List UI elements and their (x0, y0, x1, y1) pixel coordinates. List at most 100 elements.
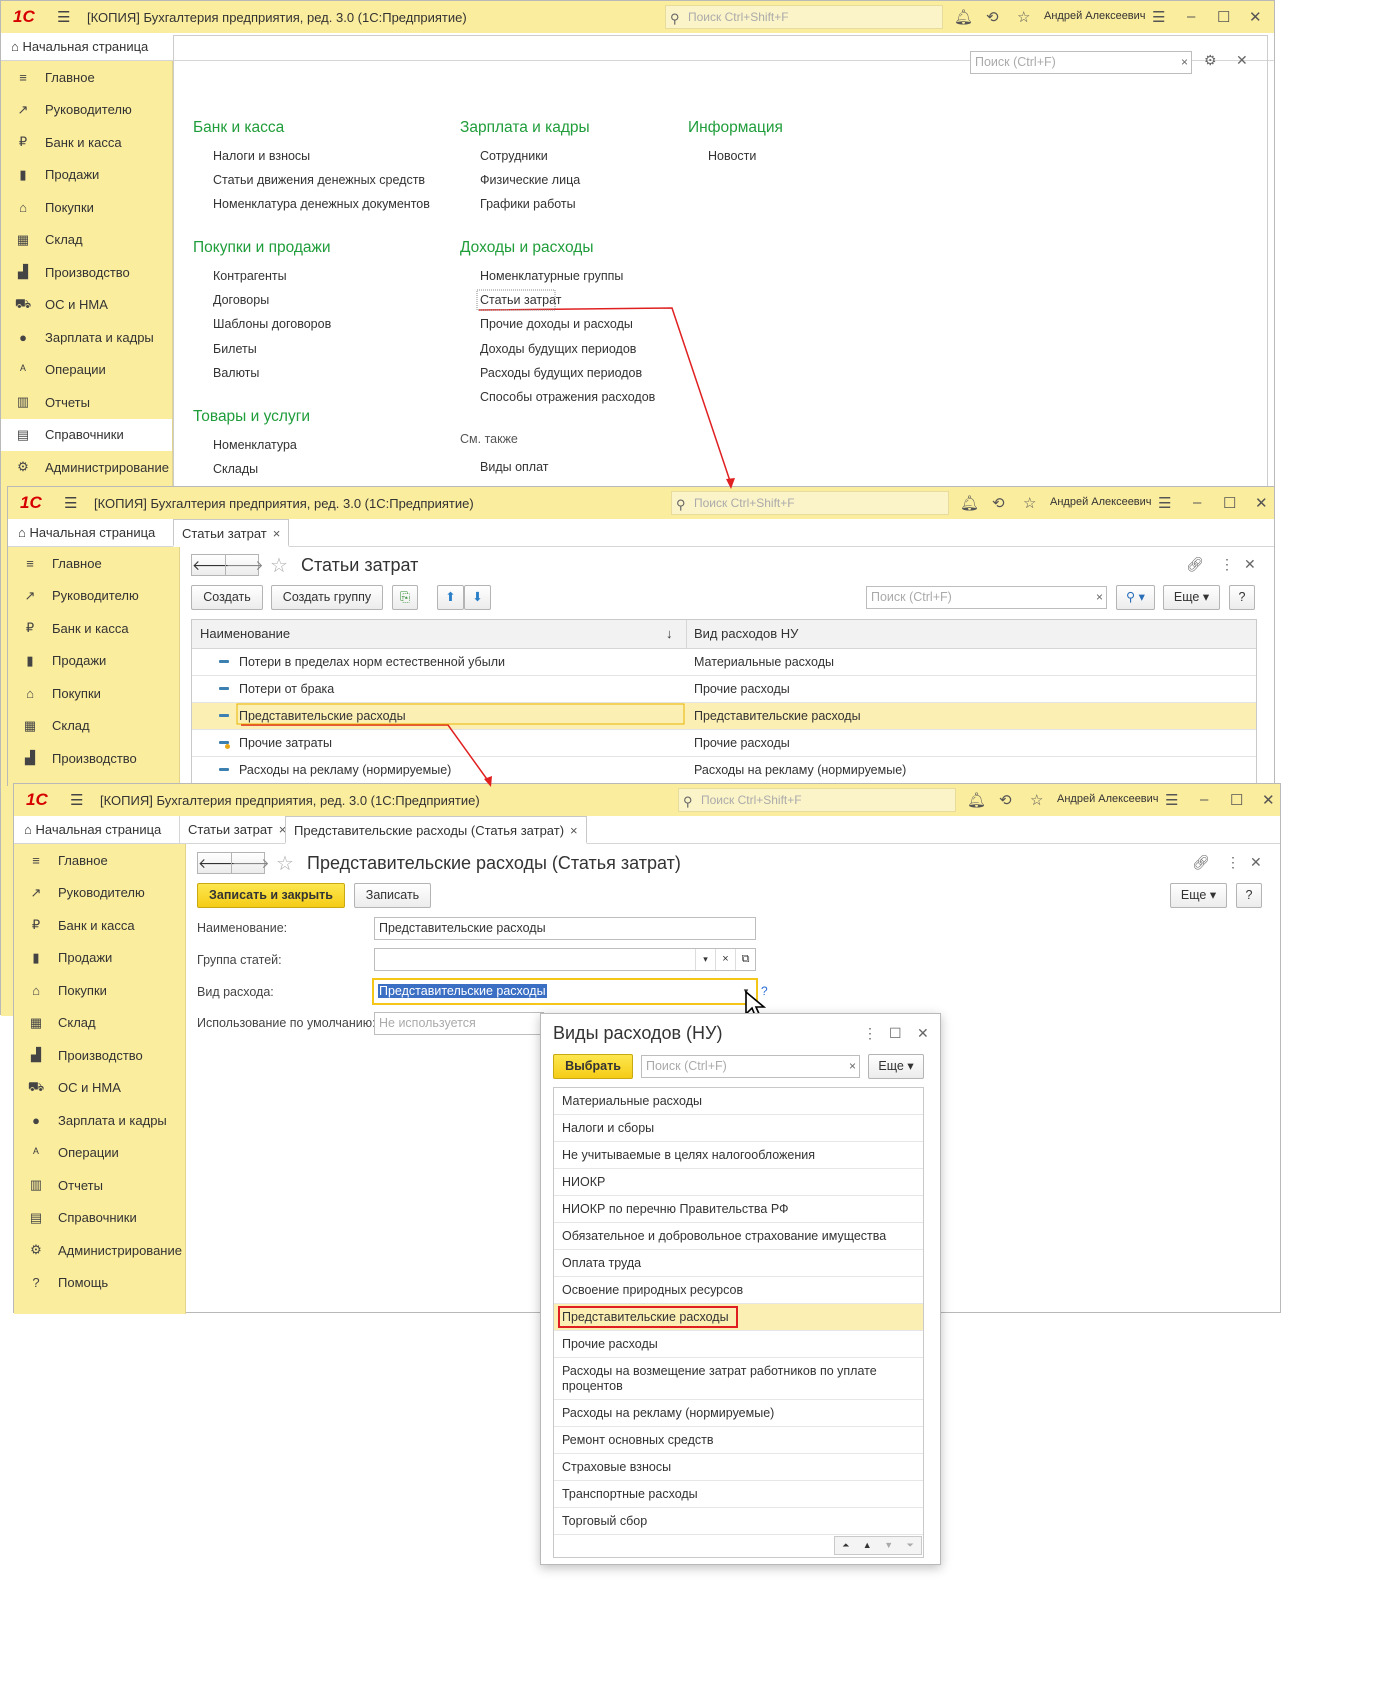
sidebar-item-4[interactable]: ⌂ Покупки (8, 677, 179, 710)
kind-field[interactable]: Представительские расходы ▾ (372, 978, 758, 1005)
global-search-input[interactable]: ⚲ Поиск Ctrl+Shift+F (671, 491, 949, 515)
sidebar-item-13[interactable]: ? Помощь (14, 1267, 185, 1300)
close-panel-icon[interactable]: ✕ (1236, 52, 1248, 69)
global-search-input[interactable]: ⚲ Поиск Ctrl+Shift+F (678, 788, 956, 812)
user-name[interactable]: Андрей Алексеевич (1057, 793, 1159, 805)
panel-search-input[interactable]: Поиск (Ctrl+F) × (970, 51, 1192, 74)
scroll-up-icon[interactable]: ▲ (857, 1537, 879, 1554)
sidebar-item-5[interactable]: ▦ Склад (8, 710, 179, 743)
sidebar-item-7[interactable]: ⛟ ОС и НМА (1, 289, 172, 322)
list-item[interactable]: Страховые взносы (554, 1454, 923, 1481)
bell-icon[interactable]: 🔔︎ (967, 791, 986, 809)
user-name[interactable]: Андрей Алексеевич (1044, 10, 1146, 22)
maximize-icon[interactable]: ☐ (889, 1025, 902, 1042)
minimize-icon[interactable]: – (1187, 8, 1195, 25)
open-icon[interactable]: ⧉ (735, 949, 755, 970)
star-icon[interactable]: ☆ (1023, 494, 1036, 512)
table-row[interactable]: Потери в пределах норм естественной убыл… (192, 649, 1256, 676)
link-item[interactable]: Налоги и взносы (213, 149, 310, 163)
back-icon[interactable]: 🡐 (192, 555, 230, 575)
more-button[interactable]: Еще ▾ (1170, 883, 1227, 908)
sidebar-item-4[interactable]: ⌂ Покупки (14, 974, 185, 1007)
list-item[interactable]: Транспортные расходы (554, 1481, 923, 1508)
sidebar-item-0[interactable]: ≡ Главное (14, 844, 185, 877)
sidebar-item-1[interactable]: ↗ Руководителю (1, 94, 172, 127)
sidebar-item-9[interactable]: ᴬ Операции (1, 354, 172, 387)
scroll-last-icon[interactable]: ⏷ (900, 1537, 922, 1554)
sidebar-item-0[interactable]: ≡ Главное (1, 61, 172, 94)
sidebar-item-12[interactable]: ⚙ Администрирование (1, 451, 172, 484)
maximize-icon[interactable]: ☐ (1223, 494, 1236, 512)
sidebar-item-2[interactable]: ₽ Банк и касса (14, 909, 185, 942)
sidebar-item-12[interactable]: ⚙ Администрирование (14, 1234, 185, 1267)
list-item[interactable]: Налоги и сборы (554, 1115, 923, 1142)
list-item[interactable]: Расходы на возмещение затрат работников … (554, 1358, 923, 1400)
menu-icon[interactable]: ☰ (57, 8, 73, 26)
sidebar-item-4[interactable]: ⌂ Покупки (1, 191, 172, 224)
default-usage-field[interactable]: Не используется (374, 1012, 544, 1035)
list-item[interactable]: НИОКР (554, 1169, 923, 1196)
link-item[interactable]: Билеты (213, 342, 257, 356)
table-row[interactable]: Прочие затраты Прочие расходы (192, 730, 1256, 757)
star-icon[interactable]: ☆ (1017, 8, 1030, 26)
link-icon[interactable]: 🔗︎ (1192, 854, 1210, 871)
list-item[interactable]: Расходы на рекламу (нормируемые) (554, 1400, 923, 1427)
scroll-down-icon[interactable]: ▼ (878, 1537, 900, 1554)
global-search-input[interactable]: ⚲ Поиск Ctrl+Shift+F (665, 5, 943, 29)
select-button[interactable]: Выбрать (553, 1054, 633, 1079)
help-button[interactable]: ? (1229, 585, 1255, 610)
create-button[interactable]: Создать (191, 585, 263, 610)
sidebar-item-6[interactable]: ▟ Производство (1, 256, 172, 289)
tab-cost-items[interactable]: Статьи затрат × (179, 816, 294, 844)
link-item[interactable]: Склады (213, 462, 258, 476)
star-icon[interactable]: ☆ (1030, 791, 1043, 809)
settings-menu-icon[interactable]: ☰ (1152, 8, 1165, 26)
forward-icon[interactable]: 🡒 (231, 853, 270, 873)
link-vidy-oplat[interactable]: Виды оплат (480, 460, 549, 474)
sidebar-item-2[interactable]: ₽ Банк и касса (8, 612, 179, 645)
link-item[interactable]: Номенклатура денежных документов (213, 197, 430, 211)
bell-icon[interactable]: 🔔︎ (960, 494, 979, 512)
close-icon[interactable]: ✕ (1262, 791, 1275, 809)
sidebar-item-1[interactable]: ↗ Руководителю (8, 580, 179, 613)
sidebar-item-7[interactable]: ⛟ ОС и НМА (14, 1072, 185, 1105)
clear-icon[interactable]: × (849, 1056, 856, 1077)
more-vert-icon[interactable]: ⋮ (863, 1025, 877, 1042)
clear-icon[interactable]: × (1096, 587, 1103, 608)
more-vert-icon[interactable]: ⋮ (1226, 854, 1240, 871)
list-item[interactable]: Оплата труда (554, 1250, 923, 1277)
list-item[interactable]: Прочие расходы (554, 1331, 923, 1358)
tab-close-icon[interactable]: × (273, 526, 281, 541)
link-item[interactable]: Расходы будущих периодов (480, 366, 642, 380)
sidebar-item-2[interactable]: ₽ Банк и касса (1, 126, 172, 159)
link-item[interactable]: Прочие доходы и расходы (480, 317, 633, 331)
bell-icon[interactable]: 🔔︎ (954, 8, 973, 26)
list-search-input[interactable]: Поиск (Ctrl+F) × (866, 586, 1107, 609)
dropdown-icon[interactable]: ▾ (695, 949, 715, 970)
close-form-icon[interactable]: ✕ (1250, 854, 1262, 871)
list-item[interactable]: Материальные расходы (554, 1088, 923, 1115)
history-icon[interactable]: ⟲ (992, 494, 1005, 512)
name-field[interactable]: Представительские расходы (374, 917, 756, 940)
group-field[interactable]: ▾ × ⧉ (374, 948, 756, 971)
sidebar-item-8[interactable]: ● Зарплата и кадры (14, 1104, 185, 1137)
sidebar-item-5[interactable]: ▦ Склад (1, 224, 172, 257)
link-item[interactable]: Статьи движения денежных средств (213, 173, 425, 187)
link-icon[interactable]: 🔗︎ (1186, 556, 1204, 573)
more-button[interactable]: Еще ▾ (1163, 585, 1220, 610)
favorite-star-icon[interactable]: ☆ (276, 851, 294, 876)
close-icon[interactable]: ✕ (917, 1025, 929, 1042)
popup-search-input[interactable]: Поиск (Ctrl+F) × (641, 1055, 860, 1078)
maximize-icon[interactable]: ☐ (1217, 8, 1230, 26)
list-item[interactable]: Представительские расходы (554, 1304, 923, 1331)
history-icon[interactable]: ⟲ (986, 8, 999, 26)
link-item[interactable]: Сотрудники (480, 149, 548, 163)
forward-icon[interactable]: 🡒 (225, 555, 264, 575)
copy-icon[interactable]: ⎘ (392, 585, 418, 610)
sidebar-item-11[interactable]: ▤ Справочники (14, 1202, 185, 1235)
back-icon[interactable]: 🡐 (198, 853, 236, 873)
history-icon[interactable]: ⟲ (999, 791, 1012, 809)
sidebar-item-10[interactable]: ▥ Отчеты (1, 386, 172, 419)
col-name-header[interactable]: Наименование (200, 620, 290, 648)
link-item[interactable]: Доходы будущих периодов (480, 342, 636, 356)
